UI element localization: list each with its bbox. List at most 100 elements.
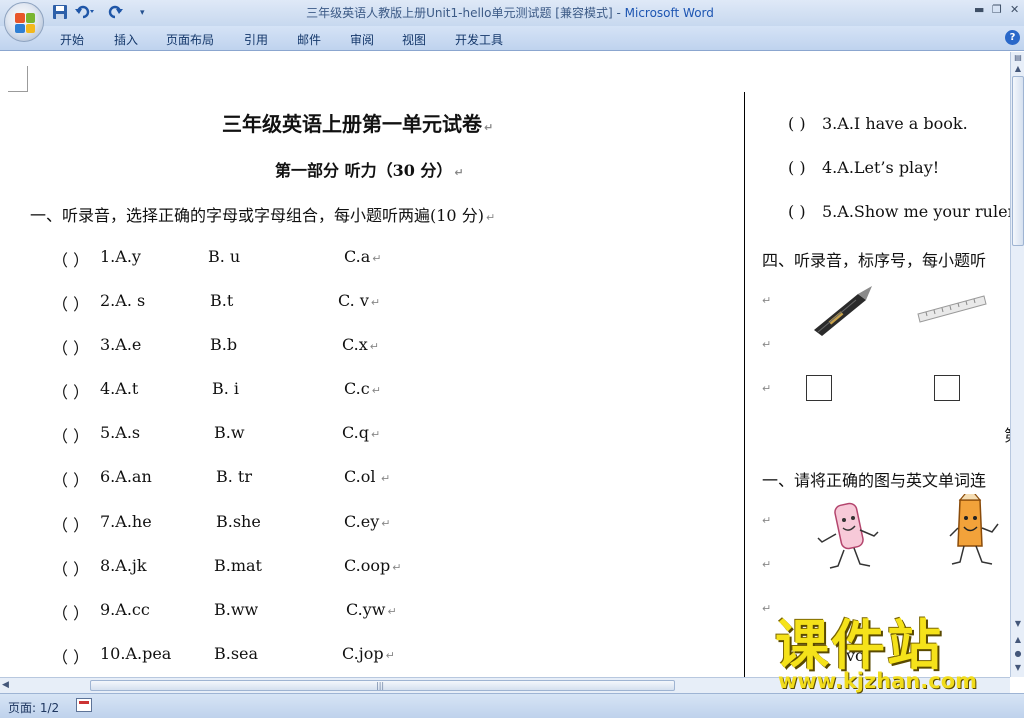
- answer-box: [934, 375, 960, 401]
- option-c: C.x ↵: [342, 335, 379, 354]
- option-c: C.c ↵: [344, 379, 381, 398]
- option-b: B.t: [210, 291, 234, 310]
- option-a: 7.A.he: [100, 512, 152, 531]
- option-b: B. u: [208, 247, 241, 266]
- vertical-scroll-thumb[interactable]: [1012, 76, 1024, 246]
- tab-view[interactable]: 视图: [402, 31, 426, 48]
- sentence-option: 3.A.I have a book.: [822, 114, 968, 133]
- option-a: 1.A.y: [100, 247, 141, 266]
- paragraph-mark: ↵: [762, 382, 772, 395]
- option-a: 4.A.t: [100, 379, 139, 398]
- answer-paren: （ ）: [52, 383, 90, 402]
- answer-paren: （ ）: [52, 604, 90, 623]
- previous-page-icon[interactable]: ▲: [1012, 634, 1024, 646]
- option-a: 5.A.s: [100, 423, 141, 442]
- option-c: C.jop ↵: [342, 644, 395, 663]
- tab-page-layout[interactable]: 页面布局: [166, 31, 214, 48]
- tab-developer[interactable]: 开发工具: [455, 31, 503, 48]
- option-b: B.mat: [214, 556, 262, 575]
- sentence-option: 5.A.Show me your ruler.: [822, 202, 1010, 221]
- answer-paren: （ ）: [52, 471, 90, 490]
- customize-qat-icon[interactable]: ▾: [140, 4, 145, 22]
- option-a: 6.A.an: [100, 467, 152, 486]
- part-one-heading: 第一部分 听力（30 分） ↵: [275, 161, 464, 180]
- close-icon[interactable]: ✕: [1010, 3, 1019, 16]
- next-page-icon[interactable]: ▼: [1012, 662, 1024, 674]
- restore-icon[interactable]: ❐: [992, 3, 1002, 16]
- title-bar: ▾ 三年级英语人教版上册Unit1-hello单元测试题 [兼容模式] - Mi…: [0, 0, 1024, 26]
- option-a: 9.A.cc: [100, 600, 150, 619]
- paragraph-mark: ↵: [762, 558, 772, 571]
- watermark-url: www.kjzhan.com: [778, 669, 978, 693]
- proofing-icon[interactable]: [76, 698, 92, 712]
- option-a: 10.A.pea: [100, 644, 172, 663]
- tab-review[interactable]: 审阅: [350, 31, 374, 48]
- option-a: 3.A.e: [100, 335, 142, 354]
- tab-insert[interactable]: 插入: [114, 31, 138, 48]
- column-divider: [744, 92, 745, 677]
- option-c: C.a ↵: [344, 247, 382, 266]
- paragraph-mark: ↵: [762, 338, 772, 351]
- option-b: B.sea: [214, 644, 259, 663]
- answer-paren: ( ): [788, 202, 806, 221]
- option-c: C.oop ↵: [344, 556, 402, 575]
- help-icon[interactable]: ?: [1005, 30, 1020, 45]
- scroll-up-icon[interactable]: ▲: [1012, 63, 1024, 75]
- option-b: B.she: [216, 512, 261, 531]
- option-b: B. tr: [216, 467, 253, 486]
- scroll-down-icon[interactable]: ▼: [1012, 618, 1024, 630]
- paragraph-mark: ↵: [762, 514, 772, 527]
- status-bar: 页面: 1/2: [0, 693, 1024, 718]
- scroll-left-icon[interactable]: ◀: [2, 680, 9, 690]
- vertical-scrollbar[interactable]: ▤ ▲ ▼ ▲ ● ▼: [1010, 52, 1024, 677]
- tab-mailings[interactable]: 邮件: [297, 31, 321, 48]
- answer-box: [806, 375, 832, 401]
- option-a: 2.A. s: [100, 291, 146, 310]
- watermark-logo: 课件站: [775, 614, 943, 677]
- answer-paren: （ ）: [52, 339, 90, 358]
- section-one-instruction: 一、听录音，选择正确的字母或字母组合，每小题听两遍(10 分) ↵: [30, 206, 496, 225]
- undo-icon[interactable]: [74, 4, 96, 22]
- answer-paren: （ ）: [52, 516, 90, 535]
- answer-paren: （ ）: [52, 560, 90, 579]
- option-b: B.b: [210, 335, 238, 354]
- horizontal-scroll-thumb[interactable]: |||: [90, 680, 675, 691]
- document-area[interactable]: 三年级英语上册第一单元试卷 ↵ 第一部分 听力（30 分） ↵ 一、听录音，选择正确…: [0, 52, 1010, 677]
- option-c: C.q ↵: [342, 423, 381, 442]
- sentence-option: 4.A.Let’s play!: [822, 158, 940, 177]
- tab-references[interactable]: 引用: [244, 31, 268, 48]
- matching-instruction: 一、请将正确的图与英文单词连: [762, 471, 987, 490]
- document-title: 三年级英语上册第一单元试卷 ↵: [222, 112, 494, 136]
- office-button[interactable]: [4, 2, 44, 42]
- tab-home[interactable]: 开始: [60, 31, 84, 48]
- page-indicator[interactable]: 页面: 1/2: [8, 699, 59, 716]
- eraser-icon: [814, 496, 884, 578]
- answer-paren: （ ）: [52, 295, 90, 314]
- section-four-instruction: 四、听录音，标序号，每小题听: [762, 251, 987, 270]
- option-a: 8.A.jk: [100, 556, 147, 575]
- ribbon-tabs: 开始 插入 页面布局 引用 邮件 审阅 视图 开发工具 ?: [0, 26, 1024, 51]
- ruler-icon: [916, 290, 988, 330]
- paragraph-mark: ↵: [762, 294, 772, 307]
- answer-paren: ( ): [788, 158, 806, 177]
- answer-paren: （ ）: [52, 251, 90, 270]
- paragraph-mark: ↵: [762, 602, 772, 615]
- page-margin-corner: [8, 66, 28, 92]
- answer-paren: ( ): [788, 114, 806, 133]
- answer-paren: （ ）: [52, 427, 90, 446]
- minimize-icon[interactable]: ▬: [974, 3, 984, 16]
- answer-paren: （ ）: [52, 648, 90, 667]
- pen-icon: [806, 284, 876, 340]
- option-b: B.ww: [214, 600, 259, 619]
- option-c: C.ey ↵: [344, 512, 391, 531]
- pencil-icon: [948, 487, 1004, 578]
- select-browse-object-icon[interactable]: ●: [1012, 648, 1024, 660]
- option-c: C.yw ↵: [346, 600, 397, 619]
- redo-icon[interactable]: [108, 4, 124, 22]
- option-b: B. i: [212, 379, 240, 398]
- scroll-grip-icon: |||: [376, 681, 385, 690]
- window-title: 三年级英语人教版上册Unit1-hello单元测试题 [兼容模式] - Micr…: [306, 6, 714, 20]
- option-c: C.ol ↵: [344, 467, 391, 486]
- office-button-icon: [15, 13, 35, 33]
- save-icon[interactable]: [52, 4, 68, 22]
